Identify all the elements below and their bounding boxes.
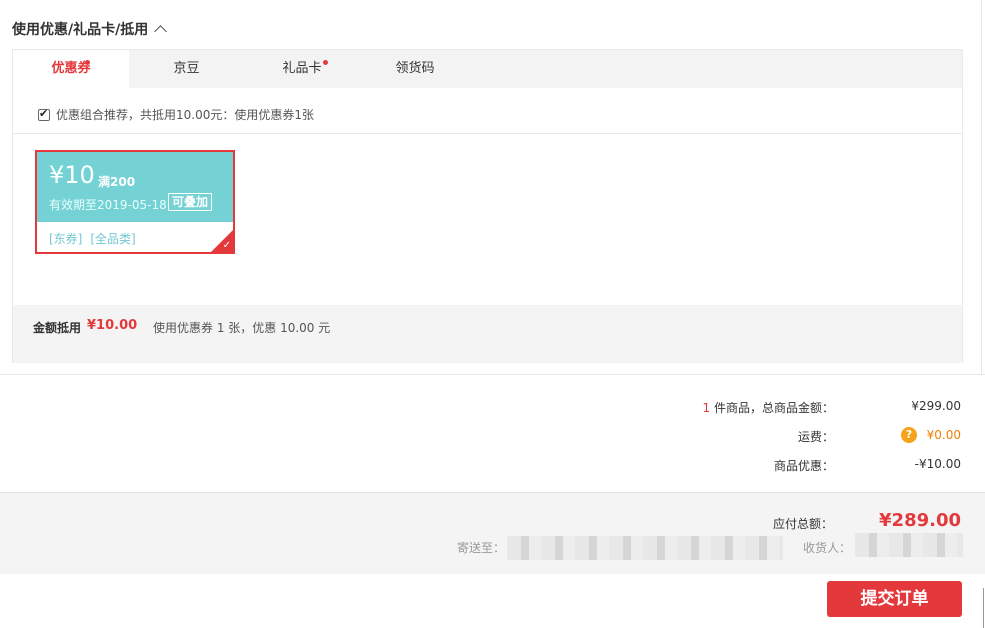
redacted-receiver xyxy=(855,533,963,557)
coupon-amount: ¥10 xyxy=(49,161,95,189)
total-label: 应付总额： xyxy=(772,517,833,531)
discount-summary-bar: 金额抵用 ¥10.00 使用优惠券 1 张，优惠 10.00 元 xyxy=(13,305,962,363)
total-value: ¥289.00 xyxy=(879,510,961,531)
total-box: 应付总额： ¥289.00 寄送至： 收货人： xyxy=(0,492,985,574)
redacted-address xyxy=(507,536,783,560)
ship-to-label: 寄送至： xyxy=(457,541,506,555)
coupon-tags: [东券] [全品类] xyxy=(49,230,136,247)
coupon-tag: [全品类] xyxy=(90,232,136,246)
discount-row: 商品优惠： -¥10.00 xyxy=(561,457,961,473)
divider xyxy=(981,0,982,374)
tab-giftcard[interactable]: 礼品卡 xyxy=(244,50,360,88)
new-dot-icon xyxy=(85,60,90,65)
coupon-tag: [东券] xyxy=(49,232,83,246)
divider xyxy=(0,374,985,375)
tab-giftcard-label: 礼品卡 xyxy=(282,61,322,76)
tab-bar: 优惠券 京豆 礼品卡 领货码 xyxy=(13,50,962,89)
tab-redeem-code[interactable]: 领货码 xyxy=(360,50,470,88)
recommend-checkbox[interactable] xyxy=(38,107,50,121)
chevron-up-icon[interactable] xyxy=(154,25,168,38)
discount-panel: 优惠券 京豆 礼品卡 领货码 优惠组合推荐，共抵用10.00元：使用优惠券1张 … xyxy=(12,49,963,363)
recommend-combo: 优惠组合推荐，共抵用10.00元：使用优惠券1张 xyxy=(38,106,314,123)
coupon-card[interactable]: ¥10 满200 有效期至2019-05-18 可叠加 [东券] [全品类] ✓ xyxy=(35,150,235,254)
discount-amount: ¥10.00 xyxy=(87,318,138,333)
divider xyxy=(13,133,962,134)
shipping-row: 运费： ? ¥0.00 xyxy=(561,427,961,444)
tab-jingdou[interactable]: 京豆 xyxy=(129,50,244,88)
receiver-label: 收货人： xyxy=(803,541,852,555)
new-dot-icon xyxy=(323,60,328,65)
check-icon: ✓ xyxy=(222,240,231,251)
product-discount-label: 商品优惠： xyxy=(773,459,834,473)
items-total-value: ¥299.00 xyxy=(911,399,961,413)
section-header[interactable]: 使用优惠/礼品卡/抵用 xyxy=(12,19,168,39)
help-icon[interactable]: ? xyxy=(901,427,917,443)
tab-jingdou-label: 京豆 xyxy=(173,61,200,76)
tab-redeem-code-label: 领货码 xyxy=(395,61,435,76)
recommend-text: 优惠组合推荐，共抵用10.00元：使用优惠券1张 xyxy=(56,108,314,122)
coupon-expiry: 有效期至2019-05-18 xyxy=(49,198,167,212)
product-discount-value: -¥10.00 xyxy=(914,457,961,471)
items-total-row: 1 件商品，总商品金额： ¥299.00 xyxy=(561,399,961,415)
discount-desc: 使用优惠券 1 张，优惠 10.00 元 xyxy=(153,321,331,335)
tab-coupons[interactable]: 优惠券 xyxy=(13,50,129,89)
shipping-value: ¥0.00 xyxy=(926,428,961,442)
items-label-text: 件商品，总商品金额： xyxy=(710,401,834,415)
shipping-label: 运费： xyxy=(797,430,834,444)
coupon-condition: 满200 xyxy=(98,175,136,189)
section-title: 使用优惠/礼品卡/抵用 xyxy=(12,22,149,38)
submit-order-button[interactable]: 提交订单 xyxy=(827,581,962,617)
items-total-label: 1 件商品，总商品金额： xyxy=(703,399,834,416)
divider xyxy=(983,588,984,628)
coupon-header: ¥10 满200 有效期至2019-05-18 可叠加 xyxy=(37,152,233,222)
discount-label: 金额抵用 xyxy=(33,321,82,335)
stackable-badge: 可叠加 xyxy=(168,193,213,211)
